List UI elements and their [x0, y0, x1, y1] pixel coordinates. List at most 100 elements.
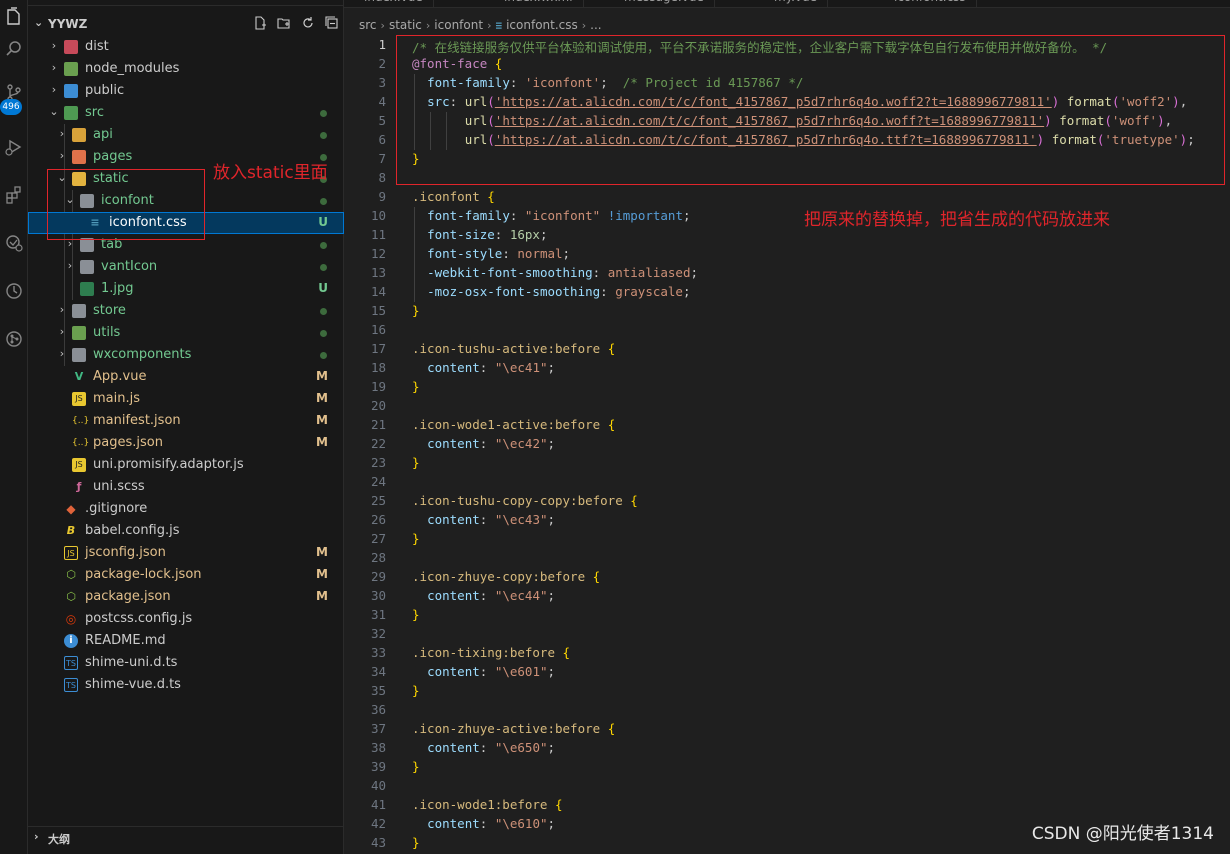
tree-folder-utils[interactable]: › utils [28, 322, 344, 344]
line-number: 39 [370, 759, 386, 774]
tree-label: manifest.json [93, 413, 181, 428]
chevron-down-icon: ⌄ [49, 105, 59, 118]
git-file-icon: ◆ [66, 502, 76, 516]
activity-bar: 496 [0, 0, 28, 854]
tab-index-vue[interactable]: index.vue [354, 0, 434, 7]
tree-label: uni.scss [93, 479, 145, 494]
chevron-right-icon: › [59, 347, 65, 360]
git-status-badge: U [318, 215, 328, 229]
tree-folder-public[interactable]: › public [28, 80, 344, 102]
explorer-icon[interactable] [0, 2, 28, 32]
tree-label: uni.promisify.adaptor.js [93, 457, 244, 472]
tree-label: public [85, 83, 125, 98]
line-number: 27 [370, 531, 386, 546]
code-line: 23 } [344, 454, 1230, 473]
tree-file-manifest-json[interactable]: {..} manifest.json M [28, 410, 344, 432]
explorer-project-header[interactable]: ⌄ YYWZ [28, 14, 344, 36]
code-string: "\e650" [494, 740, 548, 755]
tree-file-main-js[interactable]: JS main.js M [28, 388, 344, 410]
tree-file-readme[interactable]: i README.md [28, 630, 344, 652]
code-property: content [427, 740, 480, 755]
tree-label: .gitignore [85, 501, 148, 516]
tree-file-postcss-config[interactable]: ◎ postcss.config.js [28, 608, 344, 630]
tree-file-uni-promisify[interactable]: JS uni.promisify.adaptor.js [28, 454, 344, 476]
code-line: 13 -webkit-font-smoothing: antialiased; [344, 264, 1230, 283]
code-string: "\ec42" [494, 436, 548, 451]
line-number: 3 [378, 75, 386, 90]
npm-file-icon: ⬡ [66, 568, 76, 581]
code-selector: .icon-zhuye-active:before [412, 721, 601, 736]
js-file-icon: JS [72, 392, 86, 406]
js-file-icon: JS [72, 458, 86, 472]
postcss-file-icon: ◎ [65, 612, 77, 626]
extensions-icon[interactable] [0, 180, 28, 210]
folder-store-icon [72, 304, 86, 318]
npm-file-icon: ⬡ [66, 590, 76, 603]
timeline-icon[interactable] [0, 276, 28, 306]
chevron-right-icon: › [51, 61, 57, 74]
tree-folder-node-modules[interactable]: › node_modules [28, 58, 344, 80]
line-number: 21 [370, 417, 386, 432]
outline-section-header[interactable]: › 大纲 [28, 826, 344, 846]
tree-file-babel-config[interactable]: B babel.config.js [28, 520, 344, 542]
line-number: 5 [378, 113, 386, 128]
tab-message-vue[interactable]: message.vue [614, 0, 715, 7]
breadcrumb-static[interactable]: static [389, 18, 422, 32]
line-number: 1 [378, 37, 386, 52]
tree-file-pages-json[interactable]: {..} pages.json M [28, 432, 344, 454]
new-file-icon[interactable] [252, 16, 268, 34]
tab-my-vue[interactable]: my.vue [764, 0, 828, 7]
git-graph-icon[interactable] [0, 324, 28, 354]
code-line: 24 [344, 473, 1230, 492]
breadcrumb-file[interactable]: iconfont.css [506, 18, 578, 32]
tree-file-shime-vue[interactable]: TS shime-vue.d.ts [28, 674, 344, 696]
code-keyword: !important [607, 208, 683, 223]
tree-file-jsconfig[interactable]: JS jsconfig.json M [28, 542, 344, 564]
new-folder-icon[interactable] [276, 16, 292, 34]
tree-folder-dist[interactable]: › dist [28, 36, 344, 58]
git-status-badge: M [316, 413, 328, 427]
tree-label: 1.jpg [101, 281, 134, 296]
breadcrumb-more[interactable]: ... [590, 18, 601, 32]
breadcrumb-iconfont[interactable]: iconfont [434, 18, 483, 32]
breadcrumb-src[interactable]: src [359, 18, 377, 32]
tree-folder-wxcomponents[interactable]: › wxcomponents [28, 344, 344, 366]
tab-iconfont-css[interactable]: iconfont.css [884, 0, 977, 7]
code-line: 15 } [344, 302, 1230, 321]
modified-dot-icon [320, 352, 327, 359]
run-debug-icon[interactable] [0, 132, 28, 162]
sidebar-top-edge [28, 0, 344, 6]
code-property: content [427, 816, 480, 831]
tree-file-shime-uni[interactable]: TS shime-uni.d.ts [28, 652, 344, 674]
code-property: content [427, 588, 480, 603]
tree-file-gitignore[interactable]: ◆ .gitignore [28, 498, 344, 520]
collapse-all-icon[interactable] [324, 16, 340, 34]
tree-file-1-jpg[interactable]: 1.jpg U [28, 278, 344, 300]
tree-folder-src[interactable]: ⌄ src [28, 102, 344, 124]
tree-file-package-json[interactable]: ⬡ package.json M [28, 586, 344, 608]
explorer-sidebar: ⌄ YYWZ › dist › node_modules › public ⌄ … [28, 0, 344, 854]
search-icon[interactable] [0, 34, 28, 64]
line-number: 13 [370, 265, 386, 280]
tree-folder-api[interactable]: › api [28, 124, 344, 146]
folder-node-icon [64, 62, 78, 76]
json-file-icon: {..} [72, 416, 90, 426]
line-number: 26 [370, 512, 386, 527]
tree-label: api [93, 127, 113, 142]
refresh-icon[interactable] [300, 16, 316, 34]
tab-index-wxml[interactable]: index.wxml [494, 0, 584, 7]
tree-folder-store[interactable]: › store [28, 300, 344, 322]
git-status-badge: M [316, 369, 328, 383]
tree-folder-vanticon[interactable]: › vantIcon [28, 256, 344, 278]
line-number: 31 [370, 607, 386, 622]
code-value: normal [517, 246, 563, 261]
tree-file-uni-scss[interactable]: ƒ uni.scss [28, 476, 344, 498]
tree-file-app-vue[interactable]: V App.vue M [28, 366, 344, 388]
remote-explorer-icon[interactable] [0, 228, 28, 258]
git-status-badge: M [316, 567, 328, 581]
chevron-right-icon: › [59, 127, 65, 140]
tree-file-package-lock[interactable]: ⬡ package-lock.json M [28, 564, 344, 586]
line-number: 22 [370, 436, 386, 451]
tree-label: node_modules [85, 61, 180, 76]
code-property: font-style [427, 246, 503, 261]
